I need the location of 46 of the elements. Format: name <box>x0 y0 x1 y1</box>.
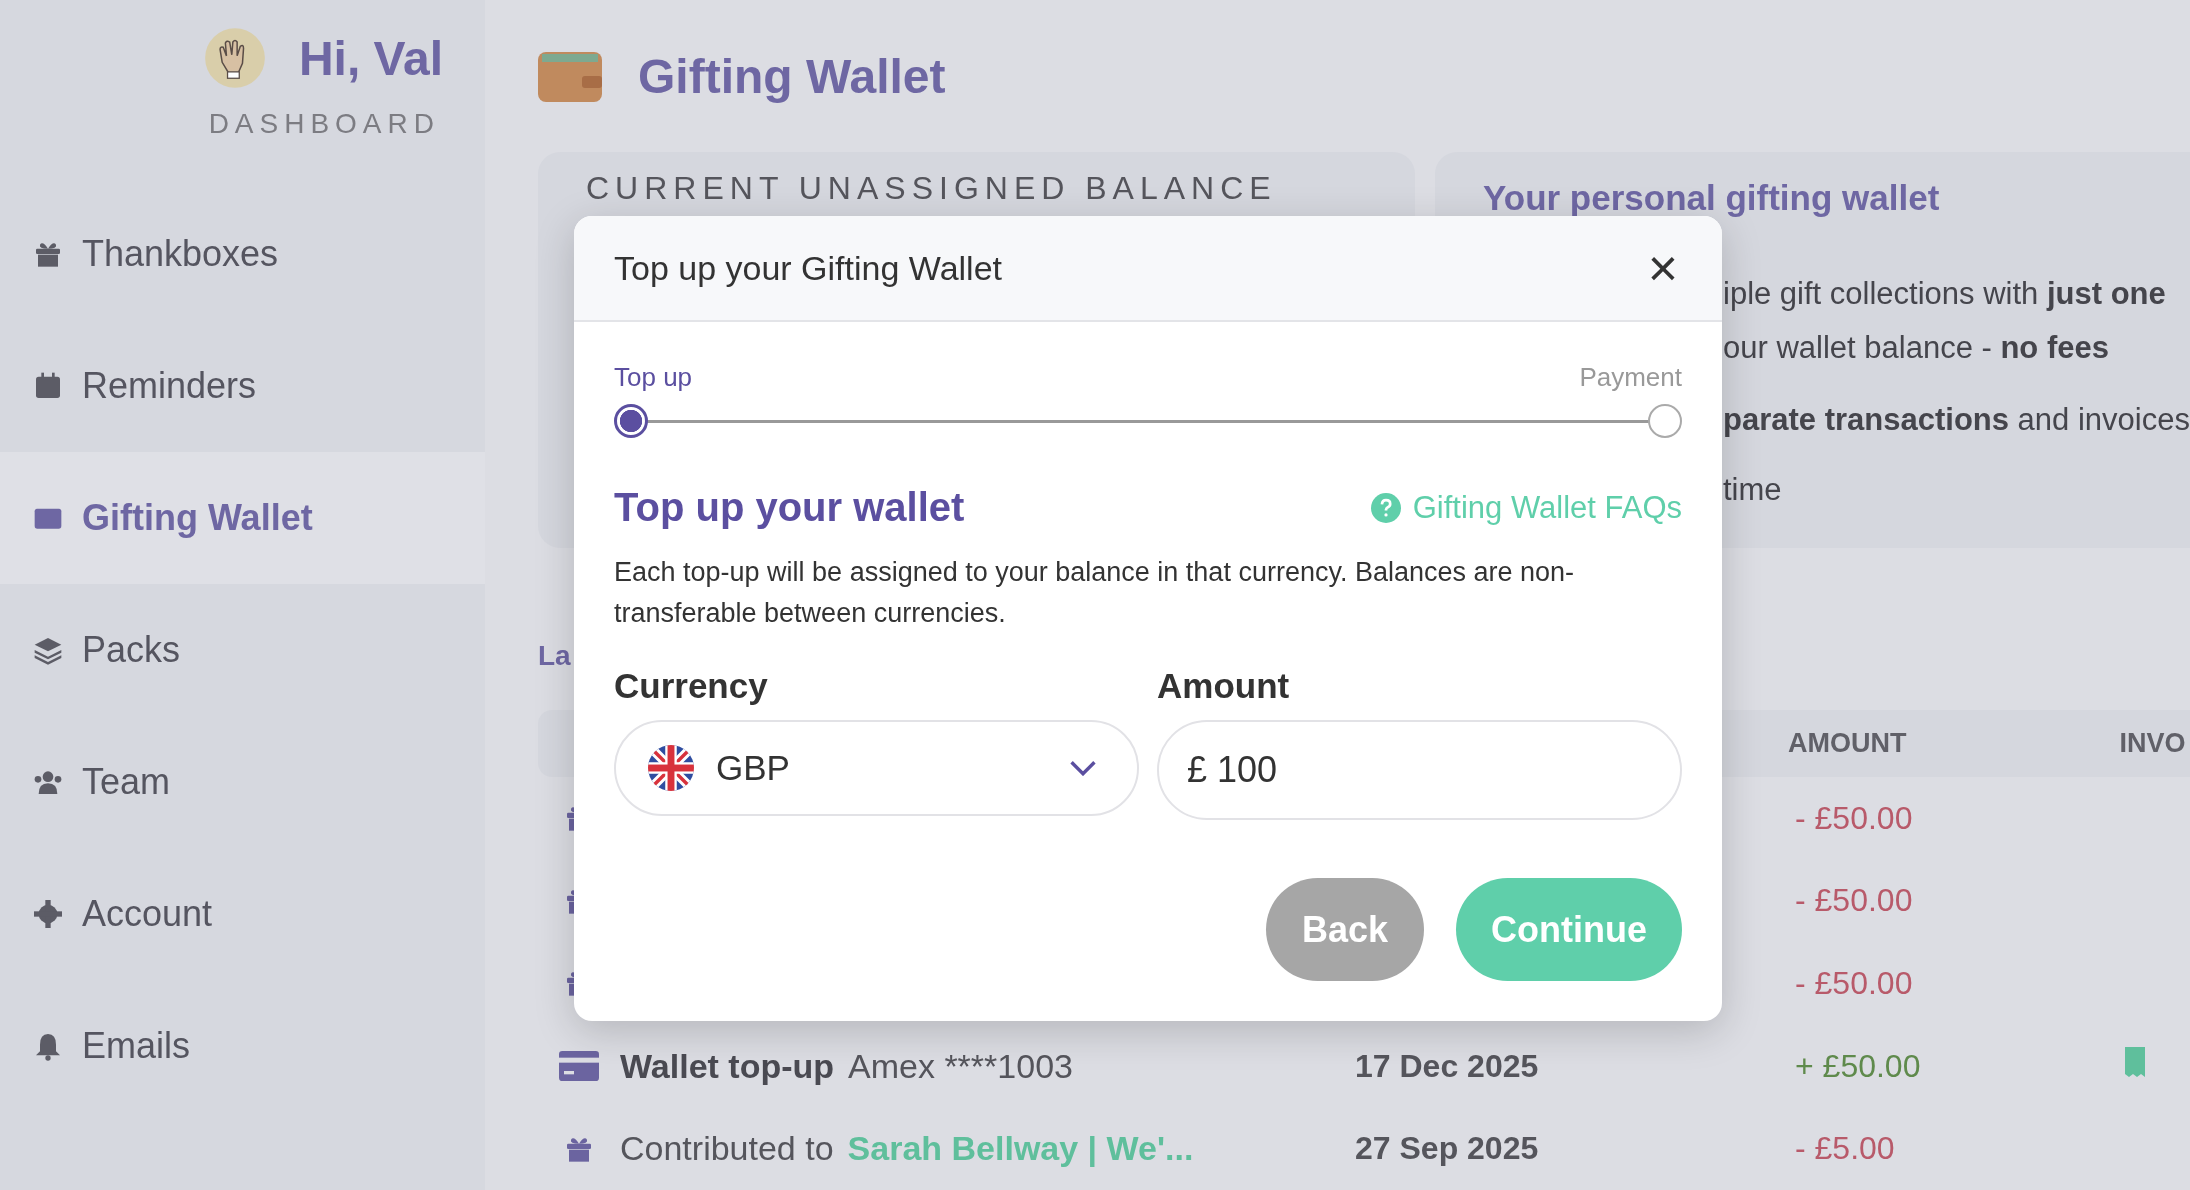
amount-cell: - £50.00 <box>1795 882 1913 919</box>
transaction-title: Wallet top-up <box>620 1046 835 1086</box>
sidebar-item[interactable]: Packs <box>0 584 485 716</box>
amount-cell: - £5.00 <box>1795 1130 1895 1167</box>
flag-icon <box>648 745 694 791</box>
currency-select[interactable]: GBP <box>614 720 1139 816</box>
transaction-text: Contributed to <box>620 1129 834 1169</box>
close-button[interactable]: × <box>1643 242 1682 294</box>
wallet-icon <box>538 51 602 102</box>
field-label: Currency <box>614 666 769 706</box>
dialog-title: Top up your Gifting Wallet <box>614 248 1003 288</box>
card-title: Your personal gifting wallet <box>1483 177 1941 218</box>
credit-card-icon <box>559 1051 599 1082</box>
date-cell: 17 Dec 2025 <box>1355 1047 1539 1084</box>
sidebar-item[interactable]: Gifting Wallet <box>0 452 485 584</box>
column-header: INVO <box>2119 727 2186 759</box>
column-header: AMOUNT <box>1788 727 1907 759</box>
info-text: iple gift collections with just one <box>1723 275 2167 312</box>
sidebar-item[interactable]: Thankboxes <box>0 188 485 320</box>
transaction-detail: Amex ****1003 <box>848 1046 1073 1086</box>
greeting: Hi, Val <box>298 30 443 86</box>
date-cell: 27 Sep 2025 <box>1355 1130 1539 1167</box>
info-text: parate transactions and invoices <box>1723 401 2190 438</box>
sidebar-item[interactable]: Emails <box>0 980 485 1112</box>
info-text: time <box>1723 471 1783 508</box>
sidebar-item[interactable]: Team <box>0 716 485 848</box>
sidebar-item[interactable]: Account <box>0 848 485 980</box>
chevron-down-icon <box>1069 760 1097 776</box>
step-label: Payment <box>1579 362 1682 393</box>
page-title: Gifting Wallet <box>638 49 946 105</box>
info-text: our wallet balance - no fees <box>1723 329 2110 366</box>
amount-cell: + £50.00 <box>1795 1047 1921 1084</box>
section-heading: La <box>538 638 572 673</box>
settings-icon <box>32 898 64 930</box>
waving-hand-icon <box>202 26 267 90</box>
section-heading: Top up your wallet <box>614 485 965 530</box>
dashboard-label: DASHBOARD <box>208 108 440 140</box>
amount-cell: - £50.00 <box>1795 799 1913 836</box>
amount-cell: - £50.00 <box>1795 964 1913 1001</box>
card-heading: CURRENT UNASSIGNED BALANCE <box>586 169 1278 207</box>
amount-field[interactable]: £ 100 <box>1157 720 1682 820</box>
description-text: Each top-up will be assigned to your balance in that currency. Balances are non-transferable between currencies. <box>614 556 1576 630</box>
step-label: Top up <box>614 362 693 393</box>
sidebar-item[interactable]: Reminders <box>0 320 485 452</box>
help-icon <box>1370 492 1401 523</box>
field-label: Amount <box>1157 666 1291 706</box>
